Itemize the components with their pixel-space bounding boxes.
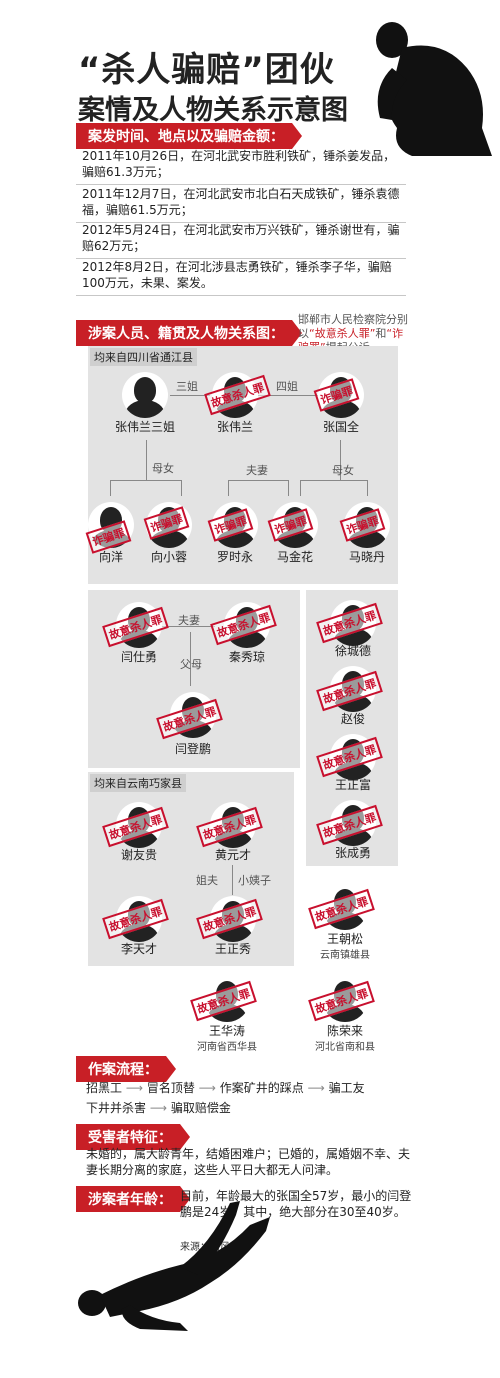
name-zhao-jun: 赵俊	[340, 712, 365, 726]
relation-mother-daughter-2: 母女	[332, 464, 354, 477]
process-step-4b: 下井并杀害	[86, 1101, 147, 1115]
name-wang-zhengxiu: 王正秀	[214, 942, 251, 956]
name-huang-yuancai: 黄元才	[214, 848, 251, 862]
case-item-2: 2011年12月7日，在河北武安市北白石天成铁矿，锤杀袁德福，骗赔61.5万元；	[76, 184, 406, 223]
name-yan-shiyong: 闫仕勇	[120, 650, 157, 664]
process-step-1: 招黑工	[86, 1081, 123, 1095]
arrow-icon: ⟶	[198, 1081, 220, 1095]
relation-sister3: 三姐	[176, 380, 198, 393]
link-md1-v	[146, 440, 147, 480]
name-xie-yougui: 谢友贵	[120, 848, 157, 862]
name-chen-ronglai: 陈荣来	[326, 1024, 363, 1038]
process-flow: 招黑工 ⟶ 冒名顶替 ⟶ 作案矿井的踩点 ⟶ 骗工友 下井并杀害 ⟶ 骗取赔偿金	[86, 1078, 416, 1118]
origin-wang-chaosong: 云南镇雄县	[320, 950, 370, 961]
link-md2-l	[300, 480, 301, 496]
process-step-2: 冒名顶替	[146, 1081, 195, 1095]
name-zhang-guoquan: 张国全	[322, 420, 359, 434]
arrow-icon: ⟶	[125, 1081, 147, 1095]
case-item-4: 2012年8月2日，在河北涉县志勇铁矿，锤杀李子华，骗赔100万元，未果、案发。	[76, 257, 406, 296]
relation-mother-daughter-1: 母女	[152, 462, 174, 475]
section-heading-relations: 涉案人员、籍贯及人物关系图：	[76, 320, 302, 346]
link-couple-r	[288, 480, 289, 496]
name-zhang-chengyong: 张成勇	[334, 846, 371, 860]
note-crime-murder: “故意杀人罪”	[309, 327, 376, 340]
case-item-3: 2012年5月24日，在河北武安市万兴铁矿，锤杀谢世有，骗赔62万元；	[76, 220, 406, 259]
link-in-laws	[232, 865, 233, 895]
relation-brother-in-law: 姐夫	[196, 874, 218, 887]
name-wang-huatao: 王华涛	[208, 1024, 245, 1038]
link-md2-h	[300, 480, 368, 481]
region-label-sichuan: 均来自四川省通江县	[90, 348, 197, 366]
link-md1-l	[110, 480, 111, 496]
link-md1-h	[110, 480, 182, 481]
kneeling-man-silhouette	[376, 22, 492, 156]
arrow-icon: ⟶	[307, 1081, 329, 1095]
victims-description: 未婚的，属大龄青年，结婚困难户；已婚的，属婚姻不幸、夫妻长期分离的家庭，这些人平…	[86, 1147, 411, 1177]
fallen-man-silhouette	[78, 1201, 270, 1331]
title-line-1: “杀人骗赔”团伙	[78, 50, 335, 90]
origin-wang-huatao: 河南省西华县	[197, 1042, 257, 1053]
name-xu-chengde: 徐城德	[334, 644, 371, 658]
relation-sister4: 四姐	[276, 380, 298, 393]
name-qin-xiuqiong: 秦秀琼	[228, 650, 265, 664]
link-md1-r	[181, 480, 182, 496]
name-zhang-weilan-sister: 张伟兰三姐	[114, 420, 175, 434]
process-step-4a: 骗工友	[328, 1081, 365, 1095]
name-wang-chaosong: 王朝松	[326, 932, 363, 946]
arrow-icon: ⟶	[149, 1101, 171, 1115]
process-step-5: 骗取赔偿金	[170, 1101, 231, 1115]
relation-younger-sister-in-law: 小姨子	[238, 874, 271, 887]
name-li-tiancai: 李天才	[120, 942, 157, 956]
name-yan-dengpeng: 闫登鹏	[174, 742, 211, 756]
case-item-1: 2011年10月26日，在河北武安市胜利铁矿，锤杀姜发品，骗赔61.3万元；	[76, 146, 406, 185]
relation-couple-1: 夫妻	[246, 464, 268, 477]
origin-chen-ronglai: 河北省南和县	[315, 1042, 375, 1053]
name-zhang-weilan: 张伟兰	[216, 420, 253, 434]
relation-parents: 父母	[180, 658, 202, 671]
title-line-2: 案情及人物关系示意图	[78, 95, 348, 126]
avatar-zhang-weilan-sister	[122, 372, 168, 418]
name-ma-xiaodan: 马晓丹	[348, 550, 385, 564]
link-couple-l	[228, 480, 229, 496]
region-label-yunnan: 均来自云南巧家县	[90, 774, 186, 792]
link-couple-h	[228, 480, 288, 481]
process-step-3: 作案矿井的踩点	[219, 1081, 304, 1095]
name-ma-jinhua: 马金花	[276, 550, 313, 564]
note-and: 和	[375, 327, 387, 340]
name-wang-zhengfu: 王正富	[334, 778, 371, 792]
relation-couple-2: 夫妻	[178, 614, 200, 627]
link-md2-r	[367, 480, 368, 496]
